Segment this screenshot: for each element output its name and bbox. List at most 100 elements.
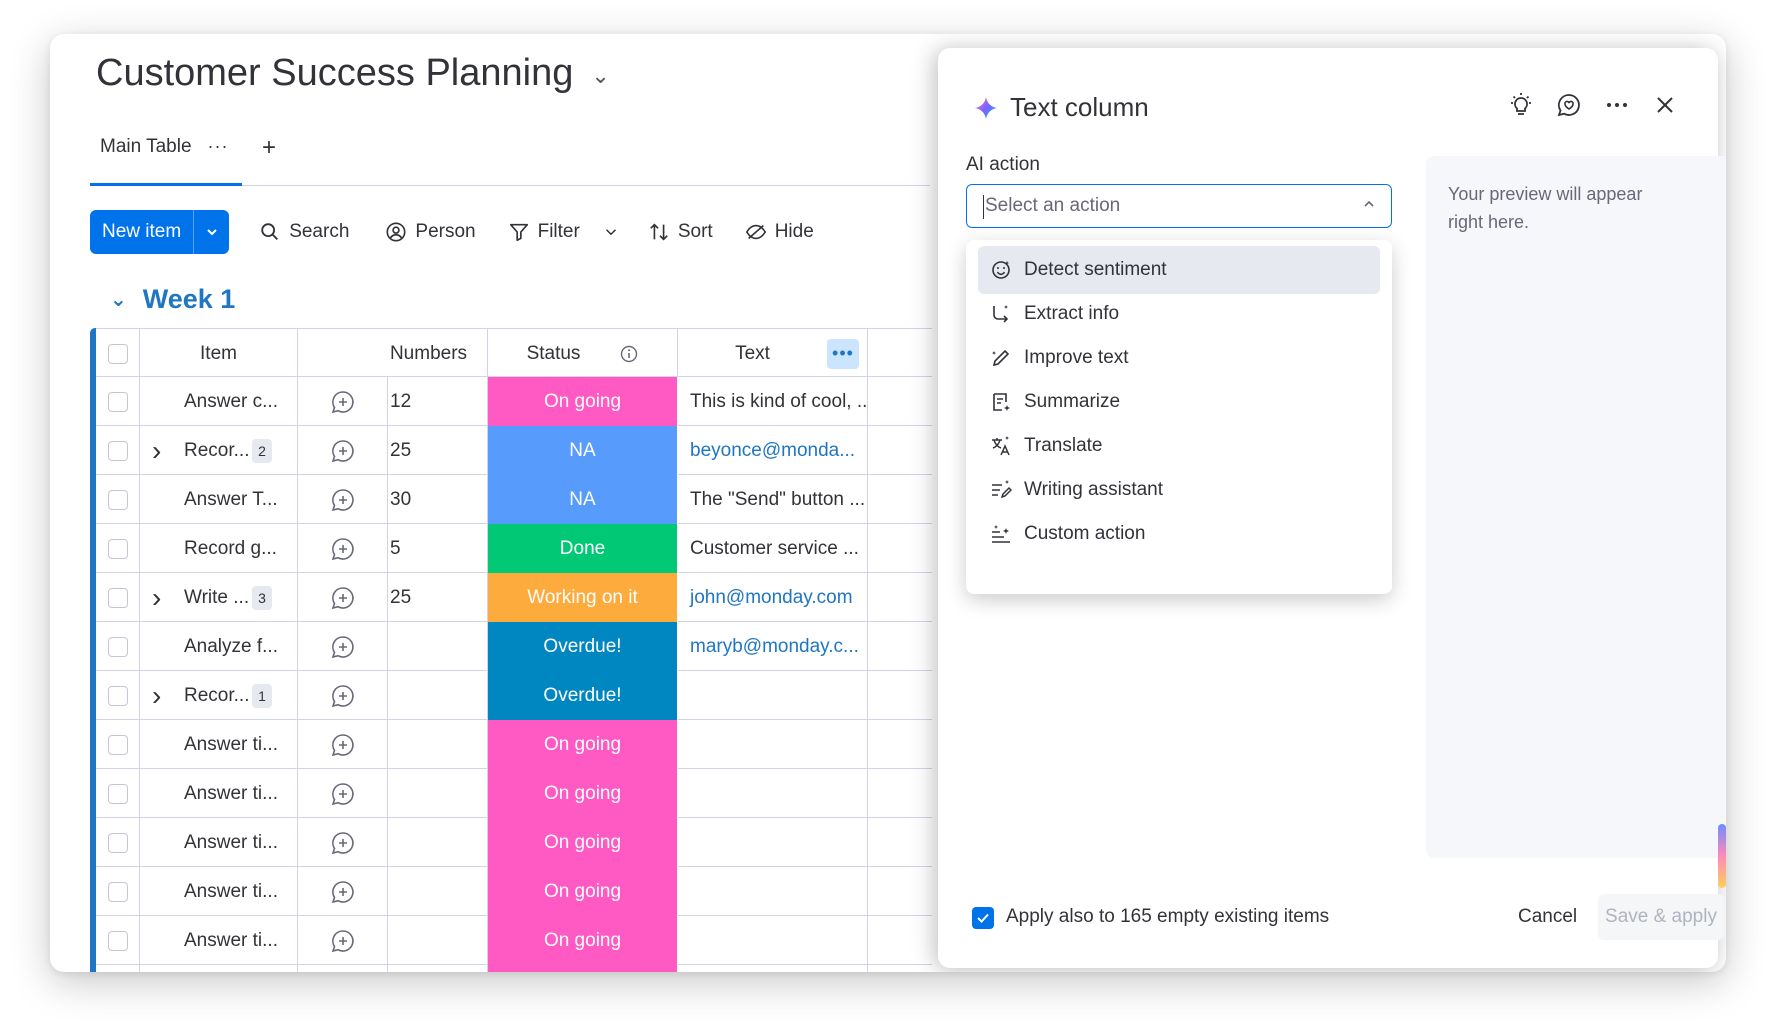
text-cell[interactable] bbox=[678, 769, 868, 818]
status-cell[interactable]: Done bbox=[488, 524, 678, 573]
more-icon[interactable] bbox=[1604, 92, 1630, 118]
item-cell[interactable]: Answer T... bbox=[140, 475, 298, 524]
cancel-button[interactable]: Cancel bbox=[1518, 906, 1577, 928]
chevron-down-icon[interactable] bbox=[193, 210, 229, 254]
add-update-icon[interactable] bbox=[330, 928, 356, 954]
updates-cell[interactable] bbox=[298, 916, 388, 965]
item-name[interactable]: Answer ti... bbox=[184, 734, 278, 756]
item-cell[interactable]: Answer ti... bbox=[140, 916, 298, 965]
row-checkbox-cell[interactable] bbox=[96, 573, 140, 622]
new-item-button[interactable]: New item bbox=[90, 210, 230, 254]
item-cell[interactable]: Answer ti... bbox=[140, 720, 298, 769]
subitem-count-badge[interactable]: 2 bbox=[252, 438, 272, 463]
text-cell[interactable]: beyonce@monda... bbox=[678, 426, 868, 475]
row-checkbox[interactable] bbox=[107, 881, 128, 902]
numbers-cell[interactable]: 25 bbox=[388, 426, 488, 475]
item-cell[interactable]: Answer ti... bbox=[140, 965, 298, 972]
text-cell[interactable] bbox=[678, 671, 868, 720]
row-checkbox[interactable] bbox=[107, 636, 128, 657]
item-name[interactable]: Answer ti... bbox=[184, 930, 278, 952]
add-update-icon[interactable] bbox=[330, 879, 356, 905]
select-all-checkbox[interactable] bbox=[107, 343, 128, 364]
row-checkbox-cell[interactable] bbox=[96, 965, 140, 972]
add-update-icon[interactable] bbox=[330, 683, 356, 709]
text-cell[interactable]: The "Send" button ... bbox=[678, 475, 868, 524]
row-checkbox[interactable] bbox=[107, 538, 128, 559]
lightbulb-icon[interactable] bbox=[1508, 92, 1534, 118]
text-cell[interactable]: Customer service ... bbox=[678, 524, 868, 573]
status-cell[interactable]: Working on it bbox=[488, 573, 678, 622]
menu-item-translate[interactable]: Translate bbox=[978, 422, 1380, 470]
menu-item-detect-sentiment[interactable]: Detect sentiment bbox=[978, 246, 1380, 294]
table-row[interactable]: Answer ti... On going bbox=[96, 965, 932, 972]
row-checkbox[interactable] bbox=[107, 685, 128, 706]
row-checkbox[interactable] bbox=[107, 783, 128, 804]
feedback-icon[interactable] bbox=[1556, 92, 1582, 118]
numbers-cell[interactable] bbox=[388, 720, 488, 769]
menu-item-custom-action[interactable]: Custom action bbox=[978, 510, 1380, 558]
menu-item-summarize[interactable]: Summarize bbox=[978, 378, 1380, 426]
item-column-header[interactable]: Item bbox=[140, 329, 298, 378]
add-update-icon[interactable] bbox=[330, 438, 356, 464]
row-checkbox-cell[interactable] bbox=[96, 867, 140, 916]
numbers-cell[interactable] bbox=[388, 867, 488, 916]
text-cell[interactable]: maryb@monday.c... bbox=[678, 622, 868, 671]
item-cell[interactable]: Record g... bbox=[140, 524, 298, 573]
item-cell[interactable]: Analyze f... bbox=[140, 622, 298, 671]
numbers-cell[interactable] bbox=[388, 916, 488, 965]
row-checkbox[interactable] bbox=[107, 734, 128, 755]
select-all-cell[interactable] bbox=[96, 329, 140, 378]
row-checkbox-cell[interactable] bbox=[96, 377, 140, 426]
add-update-icon[interactable] bbox=[330, 781, 356, 807]
updates-cell[interactable] bbox=[298, 524, 388, 573]
row-checkbox-cell[interactable] bbox=[96, 426, 140, 475]
item-name[interactable]: Record g... bbox=[184, 538, 277, 560]
item-cell[interactable]: › Write ... 3 bbox=[140, 573, 298, 622]
item-name[interactable]: Recor... bbox=[184, 685, 249, 707]
row-checkbox-cell[interactable] bbox=[96, 769, 140, 818]
row-checkbox-cell[interactable] bbox=[96, 671, 140, 720]
row-checkbox[interactable] bbox=[107, 440, 128, 461]
chevron-up-icon[interactable] bbox=[1361, 196, 1377, 212]
info-icon[interactable] bbox=[620, 345, 638, 363]
status-cell[interactable]: On going bbox=[488, 377, 678, 426]
status-column-header[interactable]: Status bbox=[488, 329, 678, 378]
sort-button[interactable]: Sort bbox=[648, 221, 713, 243]
numbers-cell[interactable] bbox=[388, 965, 488, 972]
updates-cell[interactable] bbox=[298, 671, 388, 720]
more-icon[interactable]: ··· bbox=[208, 136, 229, 157]
numbers-cell[interactable] bbox=[388, 671, 488, 720]
item-cell[interactable]: › Recor... 2 bbox=[140, 426, 298, 475]
item-name[interactable]: Recor... bbox=[184, 440, 249, 462]
row-checkbox-cell[interactable] bbox=[96, 720, 140, 769]
status-cell[interactable]: Overdue! bbox=[488, 622, 678, 671]
table-row[interactable]: › Write ... 3 25 Working on it john@monday.co… bbox=[96, 573, 932, 622]
item-cell[interactable]: Answer c... bbox=[140, 377, 298, 426]
table-row[interactable]: Answer ti... On going bbox=[96, 818, 932, 867]
row-checkbox[interactable] bbox=[107, 832, 128, 853]
numbers-cell[interactable]: 5 bbox=[388, 524, 488, 573]
row-checkbox-cell[interactable] bbox=[96, 524, 140, 573]
row-checkbox[interactable] bbox=[107, 489, 128, 510]
updates-cell[interactable] bbox=[298, 720, 388, 769]
numbers-cell[interactable] bbox=[388, 622, 488, 671]
text-cell[interactable] bbox=[678, 965, 868, 972]
side-widget-handle[interactable] bbox=[1718, 824, 1726, 888]
status-cell[interactable]: On going bbox=[488, 867, 678, 916]
chevron-down-icon[interactable]: ⌄ bbox=[110, 287, 127, 312]
filter-button[interactable]: Filter bbox=[508, 221, 620, 243]
status-cell[interactable]: NA bbox=[488, 426, 678, 475]
chevron-right-icon[interactable]: › bbox=[152, 435, 161, 467]
add-update-icon[interactable] bbox=[330, 732, 356, 758]
subitem-count-badge[interactable]: 1 bbox=[252, 683, 272, 708]
numbers-cell[interactable]: 25 bbox=[388, 573, 488, 622]
save-apply-button[interactable]: Save & apply bbox=[1598, 894, 1724, 940]
item-name[interactable]: Answer ti... bbox=[184, 783, 278, 805]
row-checkbox-cell[interactable] bbox=[96, 622, 140, 671]
updates-cell[interactable] bbox=[298, 475, 388, 524]
item-name[interactable]: Answer T... bbox=[184, 489, 278, 511]
item-name[interactable]: Analyze f... bbox=[184, 636, 278, 658]
chevron-right-icon[interactable]: › bbox=[152, 582, 161, 614]
row-checkbox-cell[interactable] bbox=[96, 818, 140, 867]
table-row[interactable]: Answer T... 30 NA The "Send" button ... bbox=[96, 475, 932, 524]
